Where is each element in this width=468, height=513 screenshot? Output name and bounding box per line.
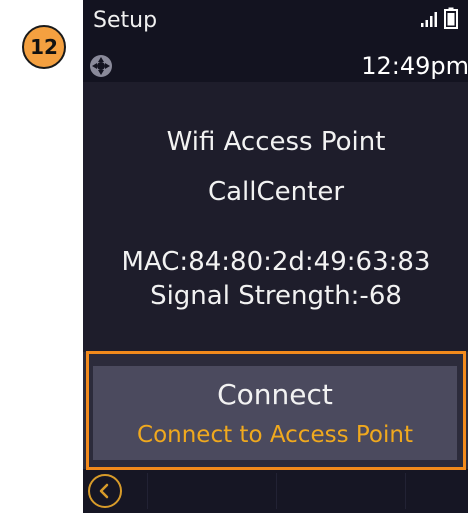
connect-label: Connect	[217, 378, 333, 411]
softkey-divider	[405, 473, 406, 509]
status-bar: Setup 12:49pm	[83, 0, 468, 82]
nav-icon	[90, 55, 112, 77]
network-type-label: Wifi Access Point	[166, 127, 386, 157]
back-button[interactable]	[88, 474, 122, 508]
signal-icon	[421, 12, 437, 27]
softkey-divider	[147, 473, 148, 509]
signal-strength: Signal Strength:-68	[150, 281, 402, 311]
option-panel: Connect Connect to Access Point	[83, 352, 468, 469]
connect-description: Connect to Access Point	[137, 422, 413, 448]
connect-button[interactable]: Connect Connect to Access Point	[93, 366, 457, 460]
softkey-bar	[83, 469, 468, 513]
device-screen: Setup 12:49pm Wifi Access Point CallCent…	[83, 0, 468, 513]
softkey-divider	[276, 473, 277, 509]
mac-address: MAC:84:80:2d:49:63:83	[121, 247, 431, 277]
network-ssid: CallCenter	[207, 177, 345, 207]
app-title: Setup	[93, 8, 158, 33]
back-arrow-icon	[99, 483, 109, 499]
access-point-details: Wifi Access Point CallCenter MAC:84:80:2…	[83, 82, 468, 344]
step-number-badge: 12	[22, 25, 66, 69]
battery-icon	[444, 7, 458, 29]
clock: 12:49pm	[361, 52, 468, 80]
